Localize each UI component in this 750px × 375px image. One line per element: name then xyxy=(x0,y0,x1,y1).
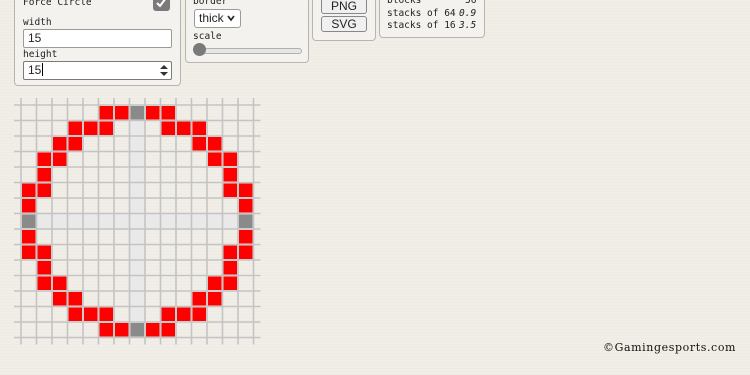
grid-block xyxy=(208,276,222,290)
center-marker-block xyxy=(22,214,36,228)
grid-block xyxy=(68,137,82,151)
grid-block xyxy=(84,307,98,321)
grid-block xyxy=(223,183,237,197)
grid-block xyxy=(239,183,253,197)
height-input[interactable]: 15 xyxy=(23,61,172,80)
grid-block xyxy=(177,121,191,135)
grid-block xyxy=(37,152,51,166)
chevron-down-icon xyxy=(227,15,235,22)
grid-block xyxy=(22,230,36,244)
grid-block xyxy=(192,307,206,321)
grid-block xyxy=(37,245,51,259)
grid-block xyxy=(22,245,36,259)
scale-slider-thumb[interactable] xyxy=(193,43,206,56)
grid-block xyxy=(37,168,51,182)
grid-block xyxy=(208,137,222,151)
grid-block xyxy=(208,292,222,306)
text-caret xyxy=(42,63,44,76)
width-label: width xyxy=(23,17,52,28)
grid-block xyxy=(99,106,113,120)
block-grid[interactable] xyxy=(13,97,269,353)
grid-block xyxy=(37,261,51,275)
grid-block xyxy=(68,121,82,135)
grid-block xyxy=(161,307,175,321)
grid-block xyxy=(68,292,82,306)
grid-block xyxy=(223,261,237,275)
stacks-16-value: 3.5 xyxy=(459,20,477,31)
grid-block xyxy=(239,199,253,213)
grid-block xyxy=(192,137,206,151)
export-png-button[interactable]: PNG xyxy=(321,0,367,14)
stacks-64-value: 0.9 xyxy=(459,8,477,19)
border-select-value: thick xyxy=(199,11,224,25)
center-marker-block xyxy=(239,214,253,228)
height-label: height xyxy=(23,49,58,60)
grid-block xyxy=(22,183,36,197)
center-marker-block xyxy=(130,323,144,337)
grid-block xyxy=(223,152,237,166)
grid-block xyxy=(115,323,129,337)
grid-block xyxy=(146,106,160,120)
grid-block xyxy=(68,307,82,321)
grid-block xyxy=(239,245,253,259)
watermark-text: ©Gamingesports.com xyxy=(603,341,737,354)
scale-label: scale xyxy=(193,31,222,42)
border-select[interactable]: thick xyxy=(194,9,241,28)
height-input-value: 15 xyxy=(28,63,42,77)
width-input[interactable]: 15 xyxy=(23,29,172,48)
grid-block xyxy=(177,307,191,321)
grid-block xyxy=(161,106,175,120)
force-circle-checkbox[interactable] xyxy=(153,0,170,11)
export-svg-button[interactable]: SVG xyxy=(321,16,367,32)
stats-panel: blocks 56 stacks of 64 0.9 stacks of 16 … xyxy=(379,0,485,38)
style-settings-panel: border thick scale xyxy=(185,0,309,63)
grid-block xyxy=(115,106,129,120)
blocks-value: 56 xyxy=(465,0,477,6)
force-circle-label: Force Circle xyxy=(23,0,92,8)
grid-block xyxy=(146,323,160,337)
center-row-band xyxy=(21,213,254,229)
grid-block xyxy=(37,276,51,290)
shape-settings-panel: Force Circle width 15 height 15 xyxy=(14,0,181,86)
checkmark-icon xyxy=(156,0,166,8)
center-marker-block xyxy=(130,106,144,120)
grid-block xyxy=(99,307,113,321)
blocks-label: blocks xyxy=(387,0,422,6)
stacks-64-label: stacks of 64 xyxy=(387,8,456,19)
grid-block xyxy=(37,183,51,197)
grid-block xyxy=(53,276,67,290)
grid-block xyxy=(53,292,67,306)
grid-block xyxy=(22,199,36,213)
scale-slider-track[interactable] xyxy=(200,48,302,54)
export-panel: PNG SVG xyxy=(312,0,376,41)
grid-block xyxy=(208,152,222,166)
width-input-value: 15 xyxy=(28,31,42,45)
grid-block xyxy=(223,276,237,290)
border-label: border xyxy=(193,0,228,7)
stepper-arrows-icon[interactable] xyxy=(160,65,168,76)
grid-block xyxy=(192,292,206,306)
grid-block xyxy=(223,168,237,182)
grid-block xyxy=(53,137,67,151)
grid-block xyxy=(192,121,206,135)
grid-block xyxy=(239,230,253,244)
grid-block xyxy=(99,323,113,337)
grid-block xyxy=(161,323,175,337)
grid-block xyxy=(99,121,113,135)
grid-block xyxy=(223,245,237,259)
grid-block xyxy=(53,152,67,166)
grid-block xyxy=(161,121,175,135)
stacks-16-label: stacks of 16 xyxy=(387,20,456,31)
grid-block xyxy=(84,121,98,135)
